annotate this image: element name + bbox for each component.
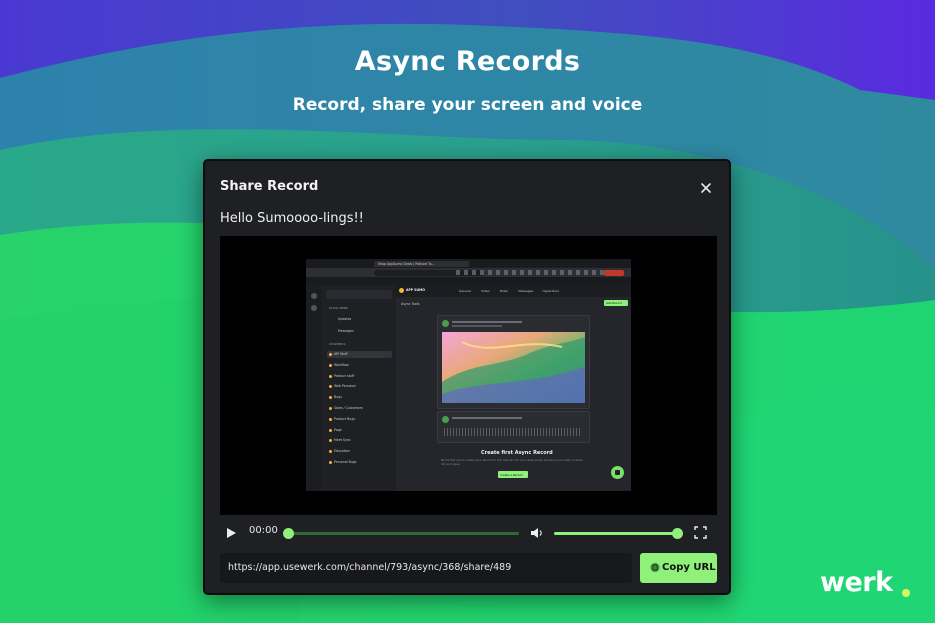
preview-wallpaper-image [442, 332, 585, 403]
add-record-label: Add Record [606, 301, 622, 305]
preview-tab: Messages [518, 288, 534, 293]
volume-icon[interactable] [530, 527, 544, 539]
channel-item: Meet Sync [334, 438, 351, 443]
channel-item: Education [334, 449, 350, 454]
record-message: Hello Sumoooo-lings!! [220, 211, 364, 226]
progress-thumb[interactable] [283, 528, 294, 539]
browser-tab-label: Shop AppSumo Deals | Reduce To... [378, 261, 435, 266]
preview-tab: Hyperdiscs [542, 288, 559, 293]
channel-header: Async Tools [401, 302, 420, 306]
progress-bar[interactable] [289, 532, 519, 535]
channel-dot [329, 428, 332, 432]
werk-logo-dot [902, 589, 910, 597]
quick-menu-item: Messages [338, 329, 354, 333]
hero-title: Async Records [354, 46, 581, 77]
workspace-name: APP SUMO [406, 288, 426, 292]
video-preview-frame: Shop AppSumo Deals | Reduce To... QUICK … [306, 259, 631, 491]
close-icon[interactable] [695, 177, 717, 199]
copy-url-label: Copy URL [662, 562, 716, 573]
channel-item: Web Personal [334, 384, 356, 389]
channel-item: Bugs [334, 395, 342, 400]
channel-item: Workflow [334, 362, 349, 367]
empty-state-title: Create first Async Record [481, 450, 553, 456]
fullscreen-icon[interactable] [694, 526, 707, 539]
quick-menu-item: Updates [338, 317, 352, 321]
video-player[interactable]: Shop AppSumo Deals | Reduce To... QUICK … [220, 236, 717, 515]
video-controls: 00:00 [220, 522, 717, 544]
channel-item: Personal Bugs [334, 460, 357, 464]
channel-dot [329, 353, 332, 356]
volume-thumb[interactable] [672, 528, 683, 539]
preview-tab: Video [481, 288, 490, 293]
current-time: 00:00 [249, 525, 278, 536]
close-button[interactable] [695, 177, 717, 199]
channel-item: Product Bugs [334, 416, 356, 421]
channel-item: Page [334, 427, 342, 432]
channel-item: Sales / Customers [334, 406, 363, 410]
modal-title: Share Record [220, 179, 319, 194]
play-icon[interactable] [225, 527, 237, 539]
channel-dot [329, 363, 332, 367]
share-url-row: https://app.usewerk.com/channel/793/asyn… [220, 553, 717, 583]
volume-bar[interactable] [554, 532, 676, 535]
empty-state-description: Be the first one to create Async Record … [441, 459, 583, 466]
copy-icon [650, 563, 660, 572]
preview-tab: Posts [499, 288, 508, 293]
preview-tab: General [459, 288, 471, 293]
channel-dot [329, 461, 332, 464]
quick-menu-label: QUICK MENU [329, 306, 349, 310]
channel-item: API Stuff [334, 352, 348, 356]
hero-subtitle: Record, share your screen and voice [292, 95, 643, 115]
share-record-modal: Share Record Hello Sumoooo-lings!! Shop … [203, 159, 731, 595]
werk-logo: werk [820, 567, 893, 598]
channel-dot [329, 407, 332, 410]
copy-url-button[interactable]: Copy URL [640, 553, 717, 583]
create-record-label: Create a Record [500, 472, 523, 477]
channel-dot [329, 417, 332, 421]
share-url-field[interactable]: https://app.usewerk.com/channel/793/asyn… [220, 553, 632, 583]
channel-dot [329, 374, 332, 378]
channels-label: CHANNELS [329, 342, 346, 346]
channel-item: Product stuff [334, 373, 355, 378]
